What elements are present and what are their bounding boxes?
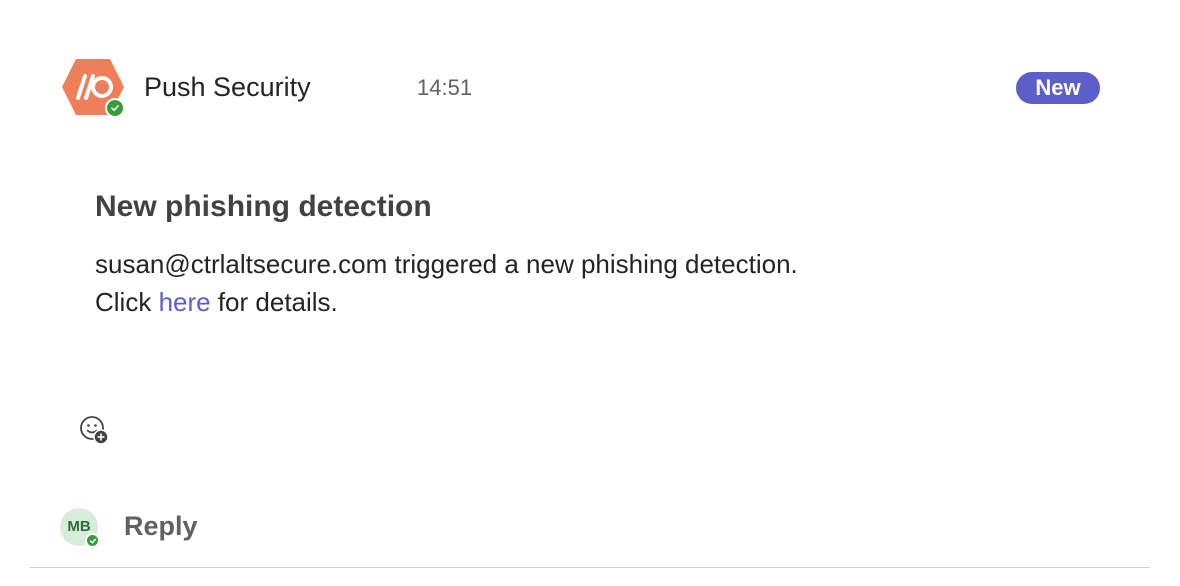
message-card: Push Security 14:51 New New phishing det… bbox=[0, 0, 1180, 586]
divider bbox=[30, 567, 1150, 568]
presence-available-icon bbox=[105, 98, 125, 118]
message-title: New phishing detection bbox=[95, 190, 432, 223]
body-text: Click bbox=[95, 287, 159, 317]
message-timestamp: 14:51 bbox=[417, 75, 473, 100]
details-link[interactable]: here bbox=[159, 287, 211, 317]
body-text: for details. bbox=[210, 287, 338, 317]
reply-button[interactable]: Reply bbox=[124, 508, 198, 544]
add-reaction-button[interactable] bbox=[78, 414, 112, 448]
message-body-line: susan@ctrlaltsecure.com triggered a new … bbox=[95, 249, 798, 279]
sender-avatar[interactable] bbox=[60, 56, 126, 118]
sender-name[interactable]: Push Security bbox=[144, 70, 311, 104]
presence-available-icon bbox=[85, 533, 100, 548]
message-body-line: Click here for details. bbox=[95, 285, 338, 319]
new-badge: New bbox=[1016, 72, 1100, 104]
add-reaction-icon bbox=[80, 416, 109, 445]
